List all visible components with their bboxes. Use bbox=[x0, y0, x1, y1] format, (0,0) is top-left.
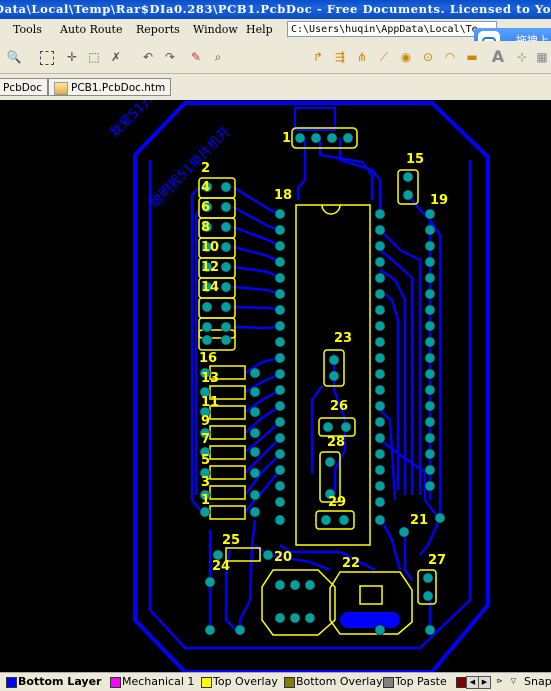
document-tab-bar: PcbDoc PCB1.PcbDoc.htm bbox=[0, 74, 551, 100]
silk-label: 20 bbox=[274, 550, 292, 565]
silk-label: 5 bbox=[201, 453, 210, 468]
interactive-route-icon[interactable]: ↱ bbox=[310, 49, 326, 65]
menu-auto-route[interactable]: Auto Route bbox=[60, 23, 123, 36]
silk-label: 4 bbox=[201, 180, 210, 195]
silk-label: 14 bbox=[201, 280, 219, 295]
silk-label: 18 bbox=[274, 188, 292, 203]
diff-pair-icon[interactable]: ⇶ bbox=[332, 49, 348, 65]
window-title: Data\Local\Temp\Rar$DIa0.283\PCB1.PcbDoc… bbox=[0, 2, 551, 16]
keepout-box bbox=[294, 107, 336, 131]
traces bbox=[133, 138, 472, 650]
copper-pad-large bbox=[340, 612, 400, 628]
arc-icon[interactable]: ◠ bbox=[442, 49, 458, 65]
tab-label: PcbDoc bbox=[3, 82, 43, 94]
silk-label: 13 bbox=[201, 371, 219, 386]
silk-label: 11 bbox=[201, 395, 219, 410]
silk-label: 19 bbox=[430, 193, 448, 208]
pencil-icon[interactable]: ✎ bbox=[188, 49, 204, 65]
track-icon[interactable]: ⟋ bbox=[376, 49, 392, 65]
layer-label: Top Paste bbox=[395, 675, 447, 688]
layer-tab-top-overlay[interactable]: Top Overlay bbox=[199, 673, 278, 691]
cross-select-icon[interactable]: ✗ bbox=[108, 49, 124, 65]
layer-tab-mechanical[interactable]: Mechanical 1 bbox=[108, 673, 194, 691]
silk-label: 29 bbox=[328, 495, 346, 510]
window-title-bar: Data\Local\Temp\Rar$DIa0.283\PCB1.PcbDoc… bbox=[0, 0, 551, 19]
layer-swatch bbox=[201, 677, 212, 688]
layer-swatch bbox=[383, 677, 394, 688]
layer-swatch bbox=[284, 677, 295, 688]
menu-window[interactable]: Window bbox=[193, 23, 238, 36]
zoom-icon[interactable]: 🔍 bbox=[6, 49, 22, 65]
layer-label: Top Overlay bbox=[213, 675, 278, 688]
silk-label: 8 bbox=[201, 220, 210, 235]
layer-label: Bottom Overlay bbox=[296, 675, 383, 688]
silk-label: 7 bbox=[201, 432, 210, 447]
silk-label: 25 bbox=[222, 533, 240, 548]
filter-icon[interactable]: ⊳ bbox=[494, 676, 505, 687]
inspect-icon[interactable]: ⌕ bbox=[210, 49, 226, 65]
layer-swatch bbox=[6, 677, 17, 688]
silk-label: 16 bbox=[199, 351, 217, 366]
snap-label[interactable]: Snap bbox=[524, 673, 551, 691]
tab-label: PCB1.PcbDoc.htm bbox=[71, 82, 166, 94]
document-icon bbox=[54, 82, 68, 95]
layer-tab-top-paste[interactable]: Top Paste bbox=[381, 673, 447, 691]
pcb-board[interactable]: 1 2 4 6 8 10 12 14 16 13 11 9 7 5 3 1 15… bbox=[0, 100, 551, 672]
dropdown-icon[interactable]: ▽ bbox=[508, 676, 519, 687]
silk-label: 12 bbox=[201, 260, 219, 275]
menu-tools[interactable]: Tools bbox=[13, 23, 42, 36]
silk-label: 22 bbox=[342, 556, 360, 571]
undo-icon[interactable]: ↶ bbox=[140, 49, 156, 65]
toolbar: 🔍 ✛ ⬚ ✗ ↶ ↷ ✎ ⌕ ↱ ⇶ ⋔ ⟋ ◉ ⊙ ◠ ▬ A ⊹ ▦ bbox=[0, 41, 551, 74]
menu-reports[interactable]: Reports bbox=[136, 23, 180, 36]
tab-pcbdoc[interactable]: PcbDoc bbox=[0, 78, 49, 96]
silk-text-chinese: 我爱51开 bbox=[107, 100, 157, 141]
tab-pcb1-html[interactable]: PCB1.PcbDoc.htm bbox=[48, 78, 172, 96]
silk-label: 21 bbox=[410, 513, 428, 528]
silk-label: 26 bbox=[330, 399, 348, 414]
text-icon[interactable]: A bbox=[490, 49, 506, 65]
silkscreen bbox=[198, 127, 437, 636]
silk-label: 1 bbox=[282, 131, 291, 146]
scroll-right-icon[interactable]: ▶ bbox=[478, 676, 491, 689]
redo-icon[interactable]: ↷ bbox=[162, 49, 178, 65]
silk-label: 3 bbox=[201, 475, 210, 490]
layer-tab-bar: Bottom Layer Mechanical 1 Top Overlay Bo… bbox=[0, 672, 551, 691]
silk-label: 1 bbox=[201, 493, 210, 508]
silk-label: 6 bbox=[201, 200, 210, 215]
silk-label: 10 bbox=[201, 240, 219, 255]
layer-label: Mechanical 1 bbox=[122, 675, 195, 688]
fill-icon[interactable]: ▬ bbox=[464, 49, 480, 65]
silk-label: 15 bbox=[406, 152, 424, 167]
silk-label: 27 bbox=[428, 553, 446, 568]
layer-label: Bottom Layer bbox=[18, 675, 102, 688]
pcb-canvas[interactable]: 1 2 4 6 8 10 12 14 16 13 11 9 7 5 3 1 15… bbox=[0, 100, 551, 672]
silk-label: 24 bbox=[212, 559, 230, 574]
coordinate-icon[interactable]: ⊹ bbox=[514, 49, 530, 65]
layer-tab-bottom-overlay[interactable]: Bottom Overlay bbox=[282, 673, 383, 691]
pad-icon[interactable]: ◉ bbox=[398, 49, 414, 65]
select-area-icon[interactable] bbox=[40, 51, 54, 65]
path-field[interactable]: C:\Users\huqin\AppData\Local\Te bbox=[287, 21, 497, 37]
multi-route-icon[interactable]: ⋔ bbox=[354, 49, 370, 65]
silk-label: 9 bbox=[201, 414, 210, 429]
via-icon[interactable]: ⊙ bbox=[420, 49, 436, 65]
silk-label: 28 bbox=[327, 435, 345, 450]
array-icon[interactable]: ▦ bbox=[534, 49, 550, 65]
move-icon[interactable]: ✛ bbox=[64, 49, 80, 65]
layer-swatch bbox=[110, 677, 121, 688]
menu-help[interactable]: Help bbox=[246, 23, 273, 36]
silk-label: 23 bbox=[334, 331, 352, 346]
select-icon[interactable]: ⬚ bbox=[86, 49, 102, 65]
layer-tab-bottom[interactable]: Bottom Layer bbox=[4, 673, 101, 691]
